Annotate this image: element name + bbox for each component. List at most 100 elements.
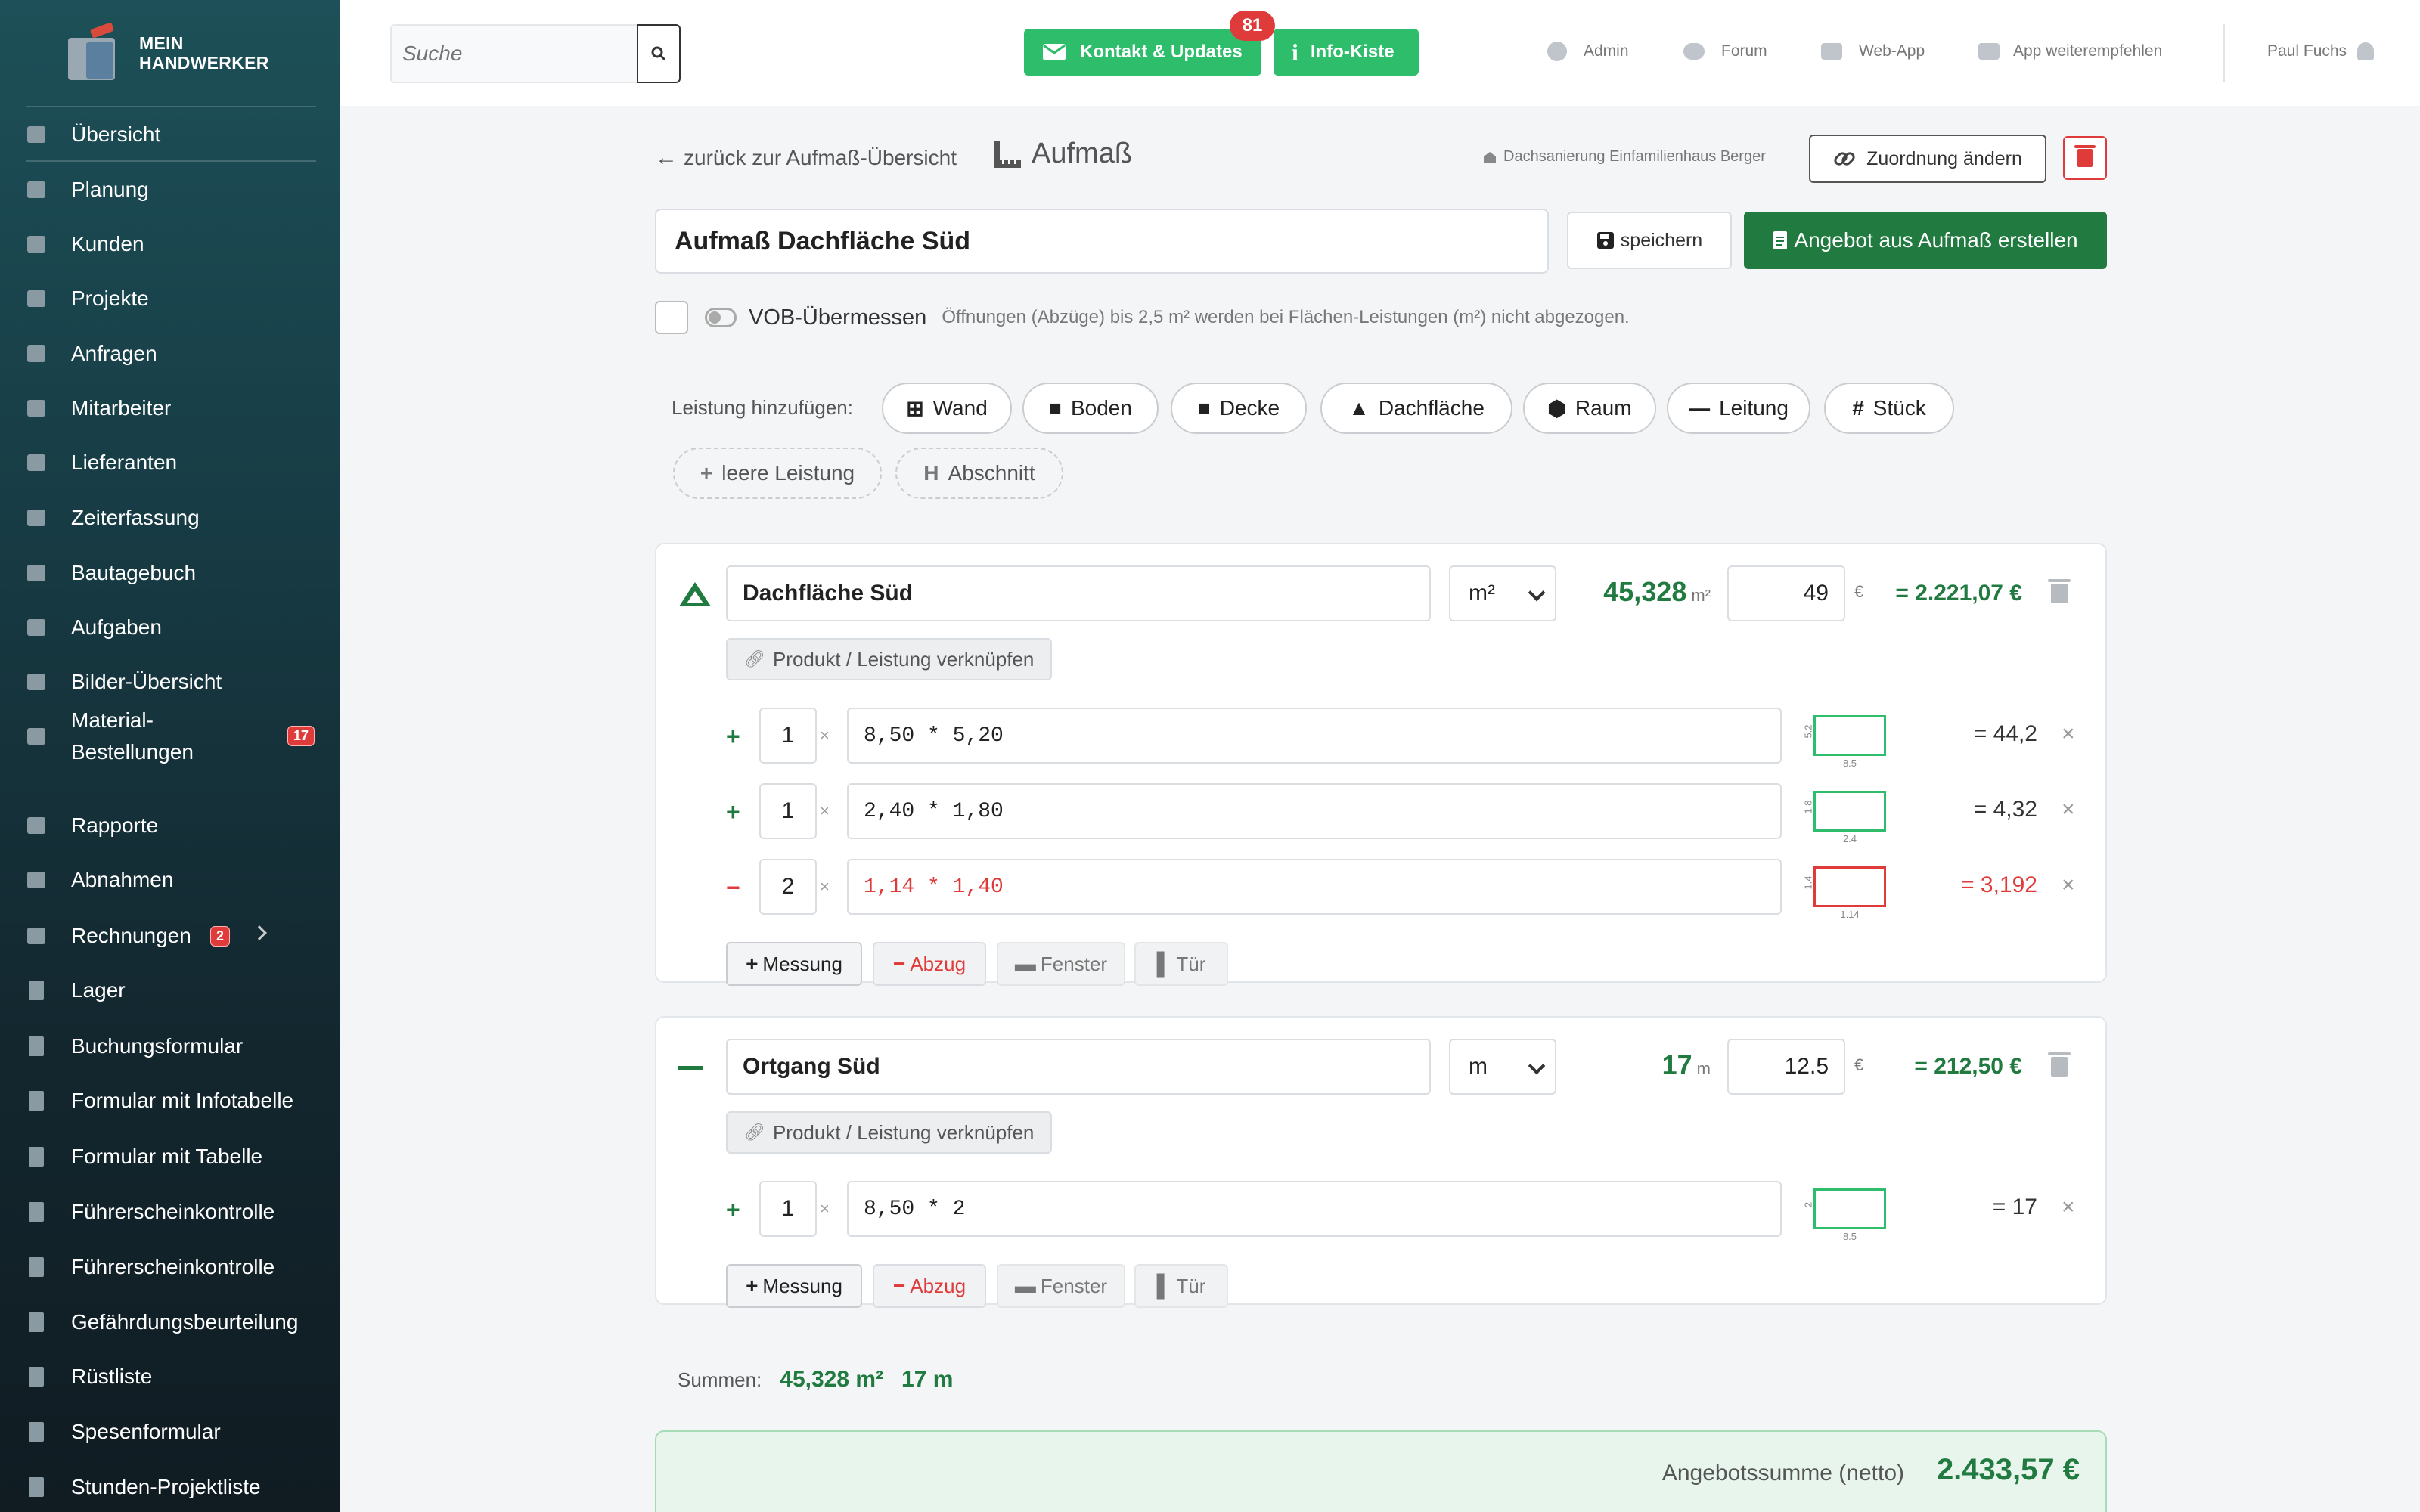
add-door-button[interactable]: ▌ Tür bbox=[1134, 942, 1228, 986]
count-input[interactable]: 2 bbox=[759, 859, 817, 915]
sidebar-item-6[interactable]: Mitarbeiter bbox=[0, 382, 340, 435]
sidebar-item-10[interactable]: Aufgaben bbox=[0, 601, 340, 654]
sidebar-item-14[interactable]: Abnahmen bbox=[0, 854, 340, 906]
unit-select[interactable]: m² bbox=[1449, 565, 1556, 621]
add-section-button[interactable]: H Abschnitt bbox=[895, 448, 1063, 499]
formula-input[interactable]: 8,50 * 2 bbox=[847, 1181, 1782, 1237]
sidebar-item-3[interactable]: Kunden bbox=[0, 218, 340, 271]
sidebar-item-15[interactable]: Rechnungen 2 bbox=[0, 909, 340, 962]
sidebar-item-2[interactable]: Planung bbox=[0, 163, 340, 216]
add-floor-button[interactable]: ■ Boden bbox=[1022, 383, 1159, 434]
recommend-app-link[interactable]: App weiterempfehlen bbox=[1978, 38, 2162, 65]
add-wall-button[interactable]: ⊞ Wand bbox=[882, 383, 1012, 434]
remove-row-icon[interactable]: × bbox=[2062, 872, 2075, 898]
search-input[interactable] bbox=[392, 42, 634, 66]
sidebar-item-18[interactable]: Formular mit Infotabelle bbox=[0, 1074, 340, 1127]
line-icon: — bbox=[1689, 396, 1711, 420]
sidebar-item-label: Mitarbeiter bbox=[71, 396, 172, 420]
search-button[interactable] bbox=[637, 24, 681, 83]
link-product-button[interactable]: 🔗︎ Produkt / Leistung verknüpfen bbox=[726, 638, 1053, 680]
count-input[interactable]: 1 bbox=[759, 783, 817, 839]
unit-select[interactable]: m bbox=[1449, 1039, 1556, 1095]
count-input[interactable]: 1 bbox=[759, 1181, 817, 1237]
sidebar-item-13[interactable]: Rapporte bbox=[0, 799, 340, 852]
admin-link[interactable]: Admin bbox=[1547, 38, 1629, 65]
sidebar-item-7[interactable]: Lieferanten bbox=[0, 436, 340, 489]
search-icon bbox=[24, 869, 48, 891]
sidebar-item-8[interactable]: Zeiterfassung bbox=[0, 491, 340, 544]
sidebar-item-21[interactable]: Führerscheinkontrolle bbox=[0, 1241, 340, 1294]
position-name-input[interactable]: Dachfläche Süd bbox=[726, 565, 1431, 621]
sidebar-item-19[interactable]: Formular mit Tabelle bbox=[0, 1130, 340, 1183]
piece-icon: # bbox=[1852, 396, 1864, 420]
add-door-button[interactable]: ▌ Tür bbox=[1134, 1264, 1228, 1308]
sidebar-badge: 17 bbox=[287, 726, 315, 746]
sign-indicator[interactable]: + bbox=[726, 798, 740, 826]
formula-input[interactable]: 1,14 * 1,40 bbox=[847, 859, 1782, 915]
add-section-label: Abschnitt bbox=[948, 461, 1035, 485]
contact-updates-label: Kontakt & Updates bbox=[1080, 42, 1243, 62]
vob-toggle[interactable] bbox=[705, 308, 737, 327]
add-measurement-button[interactable]: + Messung bbox=[726, 942, 862, 986]
add-deduction-button[interactable]: − Abzug bbox=[873, 942, 986, 986]
measurement-name-input[interactable]: Aufmaß Dachfläche Süd bbox=[655, 209, 1549, 274]
sidebar-item-23[interactable]: Rüstliste bbox=[0, 1350, 340, 1403]
sidebar-item-9[interactable]: Bautagebuch bbox=[0, 547, 340, 600]
add-ceiling-button[interactable]: ■ Decke bbox=[1171, 383, 1307, 434]
create-offer-button[interactable]: Angebot aus Aufmaß erstellen bbox=[1744, 212, 2107, 269]
count-input[interactable]: 1 bbox=[759, 708, 817, 764]
offer-label: Angebotssumme (netto) bbox=[1661, 1461, 1904, 1486]
sidebar-item-4[interactable]: Projekte bbox=[0, 272, 340, 325]
add-window-button[interactable]: ▬ Fenster bbox=[997, 1264, 1125, 1308]
formula-input[interactable]: 8,50 * 5,20 bbox=[847, 708, 1782, 764]
add-piece-button[interactable]: # Stück bbox=[1824, 383, 1954, 434]
web-app-label: Web-App bbox=[1859, 42, 1925, 60]
change-assignment-button[interactable]: Zuordnung ändern bbox=[1809, 135, 2046, 183]
sidebar-item-25[interactable]: Stunden-Projektliste bbox=[0, 1461, 340, 1512]
formula-input[interactable]: 2,40 * 1,80 bbox=[847, 783, 1782, 839]
add-line-button[interactable]: — Leitung bbox=[1667, 383, 1810, 434]
back-link[interactable]: ← zurück zur Aufmaß-Übersicht bbox=[655, 145, 957, 171]
remove-row-icon[interactable]: × bbox=[2062, 721, 2075, 747]
remove-row-icon[interactable]: × bbox=[2062, 797, 2075, 823]
sidebar-item-label: Spesenformular bbox=[71, 1420, 221, 1443]
link-product-label: Produkt / Leistung verknüpfen bbox=[772, 1120, 1035, 1144]
add-window-button[interactable]: ▬ Fenster bbox=[997, 942, 1125, 986]
sidebar-item-17[interactable]: Buchungsformular bbox=[0, 1020, 340, 1073]
add-deduction-button[interactable]: − Abzug bbox=[873, 1264, 986, 1308]
link-product-button[interactable]: 🔗︎ Produkt / Leistung verknüpfen bbox=[726, 1111, 1053, 1154]
user-menu[interactable]: Paul Fuchs bbox=[2267, 38, 2375, 65]
user-icon bbox=[24, 398, 48, 419]
delete-measurement-button[interactable] bbox=[2063, 136, 2107, 180]
position-name-input[interactable]: Ortgang Süd bbox=[726, 1039, 1431, 1095]
sidebar-item-20[interactable]: Führerscheinkontrolle bbox=[0, 1185, 340, 1238]
sidebar-item-5[interactable]: Anfragen bbox=[0, 327, 340, 380]
sign-indicator[interactable]: + bbox=[726, 723, 740, 751]
sidebar-item-16[interactable]: Lager bbox=[0, 964, 340, 1017]
sidebar-item-1[interactable]: Übersicht bbox=[0, 108, 340, 161]
vob-checkbox[interactable] bbox=[655, 301, 688, 334]
multiply-icon: × bbox=[820, 801, 830, 820]
remove-row-icon[interactable]: × bbox=[2062, 1194, 2075, 1220]
logo[interactable]: MEIN HANDWERKER bbox=[64, 22, 275, 83]
delete-position-icon[interactable] bbox=[2048, 1052, 2071, 1077]
web-app-link[interactable]: Web-App bbox=[1821, 38, 1925, 65]
info-box-button[interactable]: i Info-Kiste bbox=[1274, 29, 1419, 76]
add-measurement-button[interactable]: + Messung bbox=[726, 1264, 862, 1308]
add-room-button[interactable]: ⬢ Raum bbox=[1523, 383, 1656, 434]
unit-price-input[interactable]: 49 bbox=[1727, 565, 1845, 621]
contact-updates-button[interactable]: Kontakt & Updates bbox=[1024, 29, 1261, 76]
sign-indicator[interactable]: + bbox=[726, 1196, 740, 1224]
sidebar-item-24[interactable]: Spesenformular bbox=[0, 1405, 340, 1458]
sidebar-item-22[interactable]: Gefährdungsbeurteilung bbox=[0, 1296, 340, 1349]
add-empty-service-button[interactable]: + leere Leistung bbox=[673, 448, 882, 499]
warehouse-icon bbox=[24, 980, 48, 1001]
sketch-width-label: 8.5 bbox=[1842, 758, 1857, 769]
unit-price-input[interactable]: 12.5 bbox=[1727, 1039, 1845, 1095]
add-roof-button[interactable]: ▲ Dachfläche bbox=[1320, 383, 1512, 434]
sign-indicator[interactable]: − bbox=[726, 874, 740, 902]
save-button[interactable]: speichern bbox=[1567, 212, 1732, 269]
forum-link[interactable]: Forum bbox=[1683, 38, 1767, 65]
delete-position-icon[interactable] bbox=[2048, 579, 2071, 603]
sidebar-item-12[interactable]: Material- Bestellungen 17 bbox=[0, 700, 340, 773]
